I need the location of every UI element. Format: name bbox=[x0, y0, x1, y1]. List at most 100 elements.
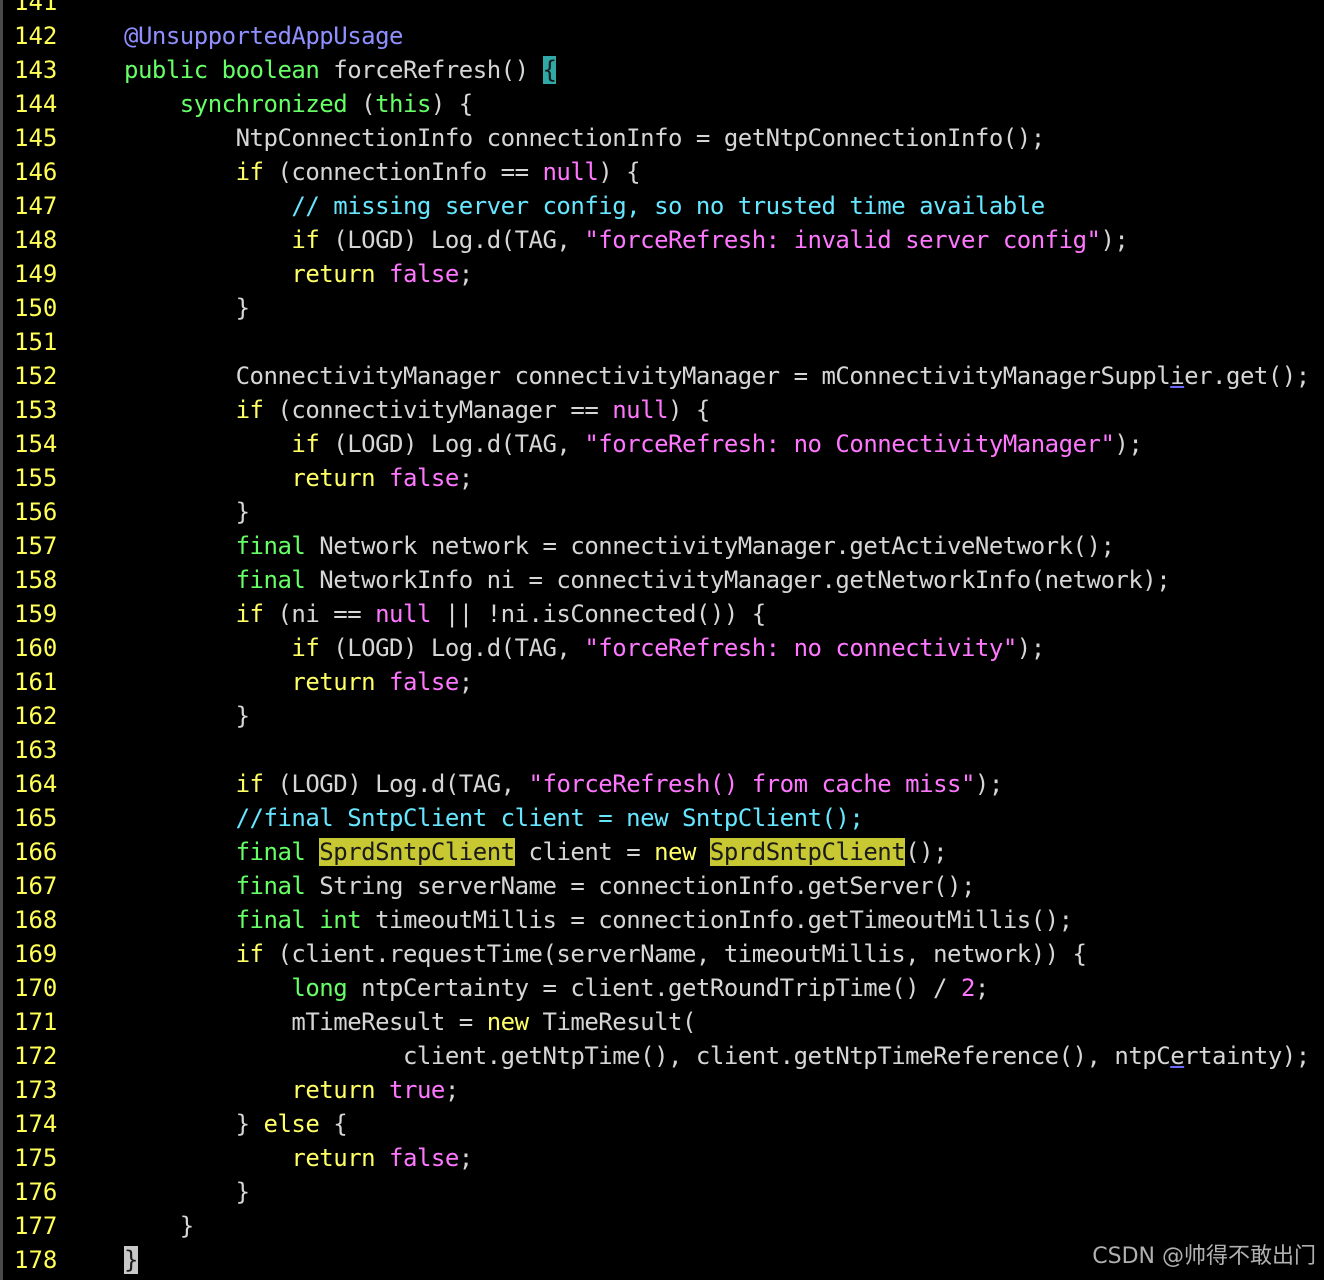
code-line[interactable]: 161 return false; bbox=[6, 665, 1324, 699]
code-text: mTimeResult = new TimeResult( bbox=[124, 1005, 696, 1039]
code-token: final bbox=[235, 566, 306, 594]
code-token: } bbox=[124, 498, 250, 526]
code-token: String serverName = connectionInfo.getSe… bbox=[305, 872, 975, 900]
code-line[interactable]: 145 NtpConnectionInfo connectionInfo = g… bbox=[6, 121, 1324, 155]
code-line[interactable]: 142 @UnsupportedAppUsage bbox=[6, 19, 1324, 53]
code-token: || !ni.isConnected()) { bbox=[430, 600, 766, 628]
code-line[interactable]: 157 final Network network = connectivity… bbox=[6, 529, 1324, 563]
code-line[interactable]: 151 bbox=[6, 325, 1324, 359]
code-editor[interactable]: 141 142 @UnsupportedAppUsage 143 public bool… bbox=[0, 0, 1324, 1280]
line-number: 159 bbox=[14, 600, 58, 628]
code-line[interactable]: 144 synchronized (this) { bbox=[6, 87, 1324, 121]
code-token: (LOGD) Log.d(TAG, bbox=[319, 430, 585, 458]
code-token: ; bbox=[444, 1076, 459, 1104]
code-text: } bbox=[124, 1209, 194, 1243]
line-number: 141 bbox=[14, 0, 58, 16]
code-line[interactable]: 166 final SprdSntpClient client = new Sp… bbox=[6, 835, 1324, 869]
code-token: ; bbox=[458, 260, 473, 288]
code-text: } bbox=[124, 291, 250, 325]
line-number: 162 bbox=[14, 702, 58, 730]
code-line[interactable]: 141 bbox=[6, 0, 1324, 19]
code-token: (connectivityManager == bbox=[263, 396, 613, 424]
code-token: ); bbox=[974, 770, 1003, 798]
code-line[interactable]: 174 } else { bbox=[6, 1107, 1324, 1141]
code-line[interactable]: 168 final int timeoutMillis = connection… bbox=[6, 903, 1324, 937]
code-line[interactable]: 176 } bbox=[6, 1175, 1324, 1209]
code-line[interactable]: 172 client.getNtpTime(), client.getNtpTi… bbox=[6, 1039, 1324, 1073]
code-line[interactable]: 152 ConnectivityManager connectivityMana… bbox=[6, 359, 1324, 393]
code-token: synchronized bbox=[179, 90, 348, 118]
code-token: final bbox=[235, 872, 306, 900]
line-number: 146 bbox=[14, 158, 58, 186]
code-line[interactable]: 150 } bbox=[6, 291, 1324, 325]
code-line[interactable]: 170 long ntpCertainty = client.getRoundT… bbox=[6, 971, 1324, 1005]
code-text: @UnsupportedAppUsage bbox=[124, 19, 403, 53]
line-number: 147 bbox=[14, 192, 58, 220]
code-line[interactable]: 165 //final SntpClient client = new Sntp… bbox=[6, 801, 1324, 835]
line-number: 163 bbox=[14, 736, 58, 764]
code-line[interactable]: 156 } bbox=[6, 495, 1324, 529]
code-line[interactable]: 169 if (client.requestTime(serverName, t… bbox=[6, 937, 1324, 971]
code-text: final int timeoutMillis = connectionInfo… bbox=[124, 903, 1073, 937]
code-token: ); bbox=[1016, 634, 1045, 662]
code-token: if bbox=[235, 770, 264, 798]
code-line[interactable]: 143 public boolean forceRefresh() { bbox=[6, 53, 1324, 87]
code-text: return false; bbox=[124, 665, 473, 699]
code-line[interactable]: 159 if (ni == null || !ni.isConnected())… bbox=[6, 597, 1324, 631]
code-line[interactable]: 147 // missing server config, so no trus… bbox=[6, 189, 1324, 223]
line-number: 144 bbox=[14, 90, 58, 118]
code-line[interactable]: 148 if (LOGD) Log.d(TAG, "forceRefresh: … bbox=[6, 223, 1324, 257]
code-line[interactable]: 162 } bbox=[6, 699, 1324, 733]
line-number: 165 bbox=[14, 804, 58, 832]
code-token: (LOGD) Log.d(TAG, bbox=[319, 634, 585, 662]
code-line[interactable]: 149 return false; bbox=[6, 257, 1324, 291]
code-line[interactable]: 160 if (LOGD) Log.d(TAG, "forceRefresh: … bbox=[6, 631, 1324, 665]
code-token: "forceRefresh: no connectivity" bbox=[584, 634, 1017, 662]
code-token: if bbox=[291, 226, 320, 254]
watermark-text: CSDN @帅得不敢出门 bbox=[1092, 1244, 1316, 1269]
code-token: new bbox=[486, 1008, 529, 1036]
code-token: timeoutMillis = connectionInfo.getTimeou… bbox=[361, 906, 1073, 934]
code-text: if (LOGD) Log.d(TAG, "forceRefresh: no C… bbox=[124, 427, 1142, 461]
code-line[interactable]: 171 mTimeResult = new TimeResult( bbox=[6, 1005, 1324, 1039]
code-line[interactable]: 154 if (LOGD) Log.d(TAG, "forceRefresh: … bbox=[6, 427, 1324, 461]
code-token: if bbox=[291, 634, 320, 662]
code-token: null bbox=[542, 158, 599, 186]
line-number: 178 bbox=[14, 1246, 58, 1274]
line-number: 168 bbox=[14, 906, 58, 934]
code-token: { bbox=[542, 56, 557, 84]
code-token: NtpConnectionInfo connectionInfo = getNt… bbox=[124, 124, 1046, 152]
code-text: } bbox=[124, 1243, 138, 1277]
line-number: 155 bbox=[14, 464, 58, 492]
code-line[interactable]: 155 return false; bbox=[6, 461, 1324, 495]
code-token: } bbox=[124, 1178, 250, 1206]
code-text: if (client.requestTime(serverName, timeo… bbox=[124, 937, 1087, 971]
line-number: 158 bbox=[14, 566, 58, 594]
code-token: if bbox=[235, 940, 264, 968]
code-line[interactable]: 164 if (LOGD) Log.d(TAG, "forceRefresh()… bbox=[6, 767, 1324, 801]
code-token: false bbox=[389, 668, 459, 696]
code-line[interactable]: 167 final String serverName = connection… bbox=[6, 869, 1324, 903]
code-token: e bbox=[1170, 1042, 1185, 1070]
code-line[interactable]: 153 if (connectivityManager == null) { bbox=[6, 393, 1324, 427]
code-token: (LOGD) Log.d(TAG, bbox=[263, 770, 529, 798]
code-line[interactable]: 175 return false; bbox=[6, 1141, 1324, 1175]
line-number: 173 bbox=[14, 1076, 58, 1104]
code-line[interactable]: 158 final NetworkInfo ni = connectivityM… bbox=[6, 563, 1324, 597]
code-token: "forceRefresh: invalid server config" bbox=[584, 226, 1101, 254]
code-token: "forceRefresh() from cache miss" bbox=[528, 770, 976, 798]
code-token: ) { bbox=[430, 90, 473, 118]
code-token: er.get(); bbox=[1184, 362, 1310, 390]
code-line[interactable]: 173 return true; bbox=[6, 1073, 1324, 1107]
code-line[interactable]: 146 if (connectionInfo == null) { bbox=[6, 155, 1324, 189]
line-number: 174 bbox=[14, 1110, 58, 1138]
code-line[interactable]: 163 bbox=[6, 733, 1324, 767]
